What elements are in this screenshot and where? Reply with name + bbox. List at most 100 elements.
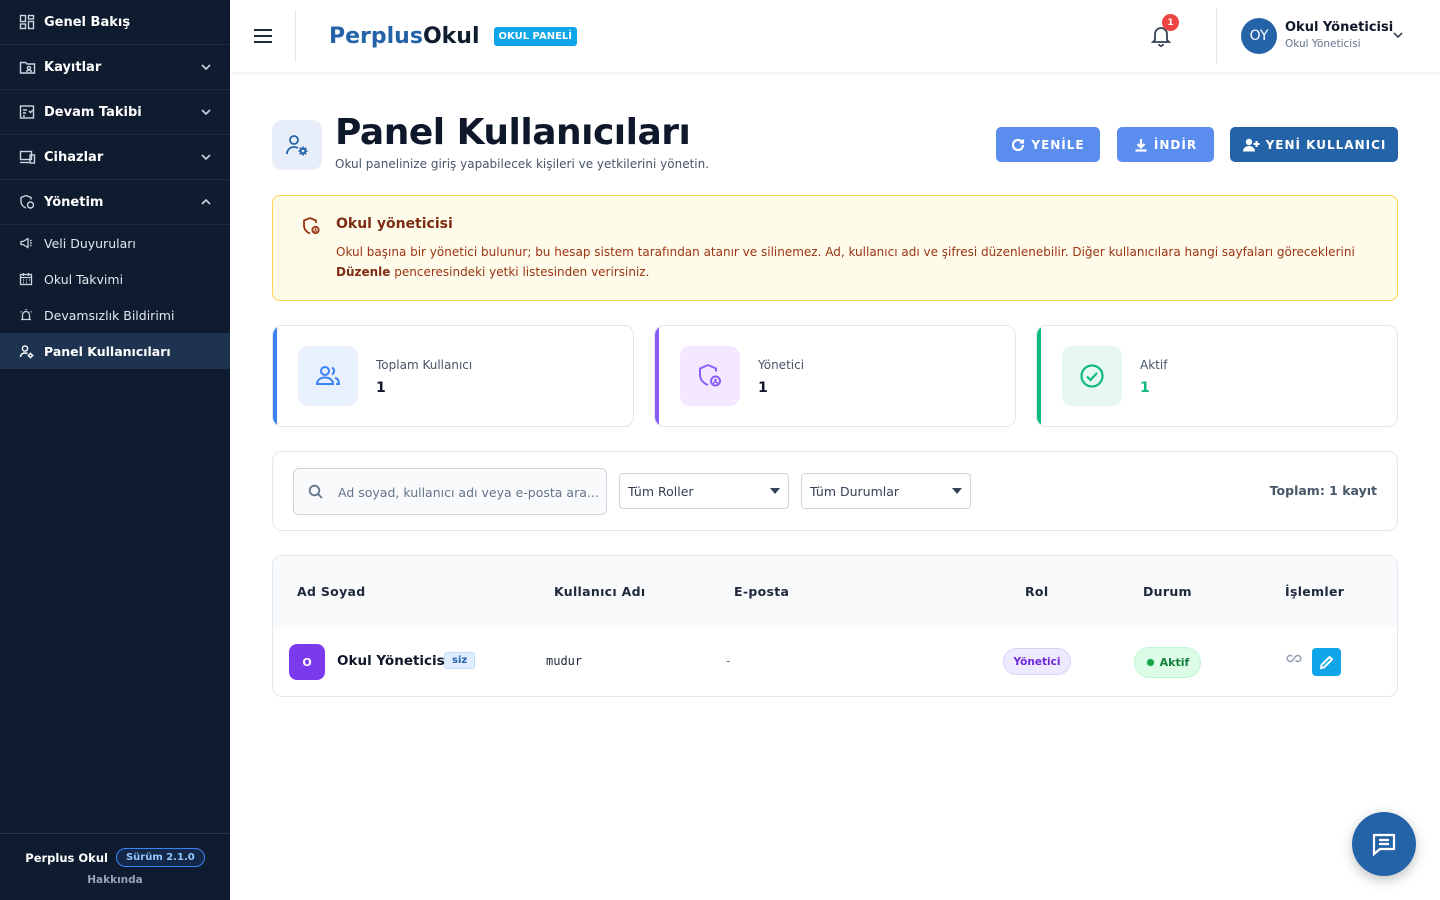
row-avatar: O — [289, 644, 325, 680]
header-divider — [1216, 8, 1217, 64]
sidebar-subitem-label: Okul Takvimi — [44, 271, 124, 287]
caret-down-icon — [770, 488, 780, 494]
chevron-down-icon — [201, 64, 211, 71]
refresh-button[interactable]: YENİLE — [996, 127, 1100, 162]
alarm-icon — [18, 307, 34, 323]
table-header: Ad Soyad Kullanıcı Adı E-posta Rol Durum… — [273, 556, 1397, 628]
column-header-role[interactable]: Rol — [1025, 584, 1048, 599]
admin-info-alert: Okul yöneticisi Okul başına bir yönetici… — [272, 195, 1398, 301]
new-user-button[interactable]: YENİ KULLANICI — [1230, 127, 1398, 162]
user-avatar[interactable]: OY — [1241, 18, 1277, 54]
sidebar-subitem-school-calendar[interactable]: Okul Takvimi — [0, 261, 230, 297]
download-button-label: İNDİR — [1153, 137, 1198, 152]
chevron-down-icon — [201, 154, 211, 161]
check-circle-icon — [1080, 364, 1104, 388]
status-dot — [1145, 658, 1155, 667]
stat-card-accent — [655, 326, 659, 426]
role-badge: Yönetici — [1003, 648, 1071, 675]
stat-card-active: Aktif 1 — [1036, 325, 1398, 427]
users-gear-icon — [18, 343, 34, 359]
stat-card-accent — [1037, 326, 1041, 426]
stat-icon-wrap — [1062, 346, 1122, 406]
column-header-name[interactable]: Ad Soyad — [297, 584, 366, 599]
alert-text-bold: Düzenle — [336, 265, 391, 279]
stat-label: Yönetici — [758, 358, 805, 372]
sidebar-subitem-parent-announcements[interactable]: Veli Duyuruları — [0, 225, 230, 261]
dashboard-icon — [18, 13, 36, 31]
refresh-button-label: YENİLE — [1031, 137, 1085, 152]
brand-logo[interactable]: Perplus Okul OKUL PANELİ — [329, 24, 577, 49]
attendance-icon — [18, 103, 36, 121]
search-box[interactable] — [293, 468, 607, 515]
page-subtitle: Okul panelinize giriş yapabilecek kişile… — [335, 157, 710, 171]
notification-count-badge: 1 — [1162, 14, 1179, 31]
brand-part-1: Perplus — [329, 23, 423, 49]
sidebar-item-management[interactable]: Yönetim — [0, 180, 230, 225]
column-header-actions: İşlemler — [1285, 584, 1345, 599]
status-badge: Aktif — [1134, 647, 1201, 678]
chat-button[interactable] — [1352, 812, 1416, 876]
alert-text: Okul başına bir yönetici bulunur; bu hes… — [336, 242, 1381, 282]
total-records: Toplam: 1 kayıt — [1269, 483, 1377, 498]
chat-icon — [1372, 833, 1396, 857]
filters-bar: Tüm Roller Tüm Durumlar Toplam: 1 kayıt — [272, 451, 1398, 531]
sidebar-subitem-label: Veli Duyuruları — [44, 235, 136, 251]
refresh-icon — [1012, 138, 1025, 151]
stat-value: 1 — [1140, 380, 1150, 396]
sidebar-subitem-label: Devamsızlık Bildirimi — [44, 307, 175, 323]
top-header: Perplus Okul OKUL PANELİ 1 OY Okul Yöneti… — [230, 0, 1440, 72]
chevron-down-icon[interactable] — [1392, 29, 1404, 41]
sidebar-item-label: Cihazlar — [44, 149, 104, 165]
sidebar-subitem-absence-notification[interactable]: Devamsızlık Bildirimi — [0, 297, 230, 333]
sidebar-item-devices[interactable]: Cihazlar — [0, 135, 230, 180]
user-role: Okul Yöneticisi — [1285, 38, 1361, 50]
search-input[interactable] — [338, 481, 598, 503]
sidebar-footer: Perplus Okul Sürüm 2.1.0 Hakkında — [0, 833, 230, 900]
sidebar: Genel Bakış Kayıtlar Devam Takibi Cihazl… — [0, 0, 230, 900]
menu-toggle-button[interactable] — [230, 10, 296, 62]
footer-app-name: Perplus Okul — [25, 850, 108, 865]
footer-row: Perplus Okul Sürüm 2.1.0 — [25, 848, 205, 867]
sidebar-item-label: Genel Bakış — [44, 14, 131, 30]
about-link[interactable]: Hakkında — [87, 874, 143, 886]
hamburger-icon — [253, 29, 272, 43]
row-name: Okul Yöneticisi — [337, 653, 450, 669]
caret-down-icon — [952, 488, 962, 494]
alert-text-part: penceresindeki yetki listesinden verirsi… — [390, 265, 650, 279]
edit-button[interactable] — [1312, 648, 1341, 676]
status-filter-select[interactable]: Tüm Durumlar — [801, 473, 971, 509]
sidebar-item-label: Devam Takibi — [44, 104, 142, 120]
brand-part-2: Okul — [422, 23, 480, 49]
link-icon — [1286, 654, 1302, 663]
version-badge: Sürüm 2.1.0 — [115, 848, 205, 867]
download-button[interactable]: İNDİR — [1117, 127, 1214, 162]
sidebar-item-records[interactable]: Kayıtlar — [0, 45, 230, 90]
brand-badge: OKUL PANELİ — [493, 26, 577, 46]
sidebar-subitem-label: Panel Kullanıcıları — [44, 343, 171, 359]
user-name[interactable]: Okul Yöneticisi — [1285, 20, 1393, 35]
role-filter-select[interactable]: Tüm Roller — [619, 473, 789, 509]
role-filter-value: Tüm Roller — [628, 483, 694, 499]
alert-title: Okul yöneticisi — [336, 216, 453, 232]
sidebar-item-overview[interactable]: Genel Bakış — [0, 0, 230, 45]
chevron-down-icon — [201, 109, 211, 116]
megaphone-icon — [18, 235, 34, 251]
column-header-status[interactable]: Durum — [1143, 584, 1192, 599]
sidebar-subitem-panel-users[interactable]: Panel Kullanıcıları — [0, 333, 230, 369]
stat-card-total-users: Toplam Kullanıcı 1 — [272, 325, 634, 427]
stat-icon-wrap — [298, 346, 358, 406]
stat-icon-wrap — [680, 346, 740, 406]
shield-user-icon — [699, 364, 721, 387]
column-header-username[interactable]: Kullanıcı Adı — [554, 584, 645, 599]
sidebar-item-attendance[interactable]: Devam Takibi — [0, 90, 230, 135]
row-email: - — [726, 654, 731, 668]
stat-label: Aktif — [1140, 358, 1168, 372]
chevron-up-icon — [201, 198, 211, 205]
search-icon — [308, 484, 323, 499]
column-header-email[interactable]: E-posta — [734, 584, 789, 599]
table-row[interactable]: O Okul Yöneticisi siz mudur - Yönetici A… — [273, 628, 1397, 696]
stat-label: Toplam Kullanıcı — [376, 358, 473, 372]
sidebar-item-label: Yönetim — [44, 194, 104, 210]
folder-user-icon — [18, 58, 36, 76]
devices-icon — [18, 148, 36, 166]
